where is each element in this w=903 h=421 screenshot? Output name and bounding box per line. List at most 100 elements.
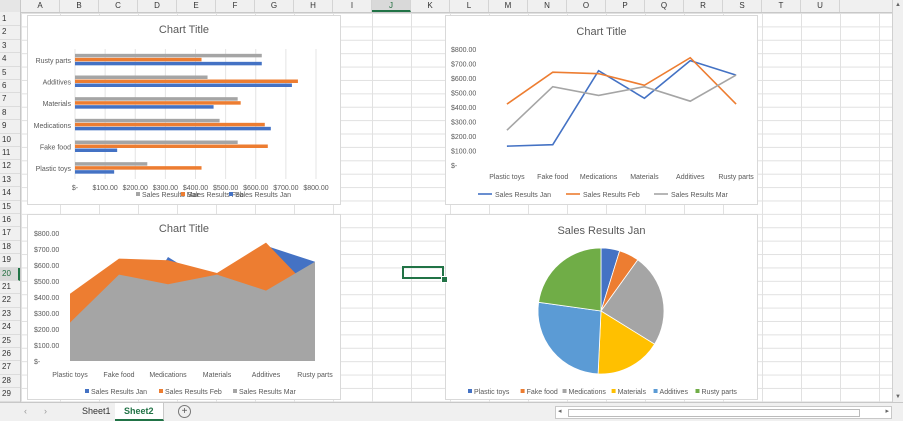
x-tick-label: $400.00 <box>183 185 208 192</box>
column-header-u[interactable]: U <box>801 0 840 12</box>
row-header-17[interactable]: 17 <box>0 227 20 241</box>
horizontal-scrollbar[interactable]: ◂ ▸ <box>555 406 892 419</box>
legend-swatch <box>695 389 700 393</box>
column-header-r[interactable]: R <box>684 0 723 12</box>
category-label: Fake food <box>40 145 71 152</box>
column-header-o[interactable]: O <box>567 0 606 12</box>
category-label: Plastic toys <box>52 372 88 379</box>
row-header-2[interactable]: 2 <box>0 26 20 40</box>
row-header-8[interactable]: 8 <box>0 107 20 121</box>
x-tick-label: $500.00 <box>213 185 238 192</box>
bar-chart[interactable]: Chart Title $- $100.00 $200.00 $300.00 $400.… <box>27 15 341 205</box>
row-header-26[interactable]: 26 <box>0 348 20 362</box>
bar <box>75 140 238 144</box>
column-header-i[interactable]: I <box>333 0 372 12</box>
row-header-12[interactable]: 12 <box>0 160 20 174</box>
row-header-16[interactable]: 16 <box>0 214 20 228</box>
scroll-thumb[interactable] <box>568 409 860 417</box>
bar <box>75 61 262 66</box>
line-chart[interactable]: Chart Title $- $100.00 $200.00 $300.00 $400.… <box>445 15 758 205</box>
area-chart[interactable]: Chart Title $- $100.00 $200.00 $300.00 $400.… <box>27 214 341 400</box>
y-tick-label: $200.00 <box>34 327 59 334</box>
y-tick-label: $500.00 <box>451 91 476 98</box>
scroll-down-icon[interactable]: ▼ <box>895 394 901 400</box>
row-header-29[interactable]: 29 <box>0 388 20 402</box>
tab-sheet1[interactable]: Sheet1 <box>73 403 121 419</box>
row-header-23[interactable]: 23 <box>0 308 20 322</box>
row-header-25[interactable]: 25 <box>0 335 20 348</box>
row-header-22[interactable]: 22 <box>0 294 20 308</box>
category-label: Medications <box>34 123 72 130</box>
category-label: Materials <box>203 372 232 379</box>
y-tick-label: $600.00 <box>34 263 59 270</box>
column-header-t[interactable]: T <box>762 0 801 12</box>
category-label: Medications <box>149 372 187 379</box>
column-header-s[interactable]: S <box>723 0 762 12</box>
legend-label: Sales Results Feb <box>165 389 222 396</box>
y-tick-label: $300.00 <box>34 311 59 318</box>
row-header-7[interactable]: 7 <box>0 93 20 107</box>
bar <box>75 126 271 131</box>
column-header-g[interactable]: G <box>255 0 294 12</box>
add-sheet-icon[interactable]: + <box>178 405 191 418</box>
scroll-up-icon[interactable]: ▲ <box>895 2 901 8</box>
scroll-left-icon[interactable]: ◂ <box>558 407 562 415</box>
column-header-j[interactable]: J <box>372 0 411 12</box>
row-header-11[interactable]: 11 <box>0 147 20 161</box>
category-label: Additives <box>252 372 281 379</box>
row-header-19[interactable]: 19 <box>0 254 20 268</box>
select-all-corner[interactable] <box>0 0 21 12</box>
row-header-9[interactable]: 9 <box>0 120 20 134</box>
row-header-3[interactable]: 3 <box>0 40 20 54</box>
line-chart-plot: $- $100.00 $200.00 $300.00 $400.00 $500.00 $60… <box>451 47 754 199</box>
bar <box>75 53 262 58</box>
legend-swatch <box>653 389 658 393</box>
row-header-1[interactable]: 1 <box>0 13 20 27</box>
fill-handle[interactable] <box>441 276 448 283</box>
row-header-15[interactable]: 15 <box>0 201 20 214</box>
vertical-scrollbar[interactable]: ▲ ▼ <box>892 0 903 402</box>
column-header-h[interactable]: H <box>294 0 333 12</box>
row-header-10[interactable]: 10 <box>0 134 20 147</box>
bar <box>75 57 202 62</box>
y-tick-label: $300.00 <box>451 120 476 127</box>
row-header-6[interactable]: 6 <box>0 80 20 94</box>
row-header-28[interactable]: 28 <box>0 375 20 389</box>
bar <box>75 105 214 109</box>
tab-scroll-right-icon[interactable]: › <box>44 406 47 416</box>
legend-swatch <box>181 192 185 196</box>
row-header-24[interactable]: 24 <box>0 321 20 335</box>
column-header-k[interactable]: K <box>411 0 450 12</box>
column-header-d[interactable]: D <box>138 0 177 12</box>
column-header-c[interactable]: C <box>99 0 138 12</box>
tab-scroll-left-icon[interactable]: ‹ <box>24 406 27 416</box>
column-header-p[interactable]: P <box>606 0 645 12</box>
row-header-27[interactable]: 27 <box>0 361 20 375</box>
tab-sheet2[interactable]: Sheet2 <box>115 403 164 421</box>
row-header-4[interactable]: 4 <box>0 53 20 67</box>
column-header-f[interactable]: F <box>216 0 255 12</box>
y-tick-label: $- <box>34 359 41 366</box>
pie-chart[interactable]: Sales Results Jan Plastic toys Fake food M… <box>445 214 758 400</box>
row-header-20[interactable]: 20 <box>0 267 20 281</box>
column-header-b[interactable]: B <box>60 0 99 12</box>
column-header-a[interactable]: A <box>21 0 60 12</box>
row-header-5[interactable]: 5 <box>0 67 20 80</box>
legend-label: Plastic toys <box>474 389 510 396</box>
y-tick-label: $100.00 <box>451 149 476 156</box>
row-header-21[interactable]: 21 <box>0 281 20 295</box>
column-header-q[interactable]: Q <box>645 0 684 12</box>
column-header-e[interactable]: E <box>177 0 216 12</box>
row-header-14[interactable]: 14 <box>0 187 20 201</box>
legend-swatch <box>611 389 616 393</box>
active-cell[interactable] <box>402 266 444 279</box>
scroll-right-icon[interactable]: ▸ <box>885 407 889 415</box>
x-tick-label: $600.00 <box>243 185 268 192</box>
row-header-13[interactable]: 13 <box>0 174 20 188</box>
category-label: Materials <box>43 101 72 108</box>
column-header-l[interactable]: L <box>450 0 489 12</box>
y-tick-label: $700.00 <box>34 247 59 254</box>
column-header-m[interactable]: M <box>489 0 528 12</box>
row-header-18[interactable]: 18 <box>0 241 20 255</box>
column-header-n[interactable]: N <box>528 0 567 12</box>
